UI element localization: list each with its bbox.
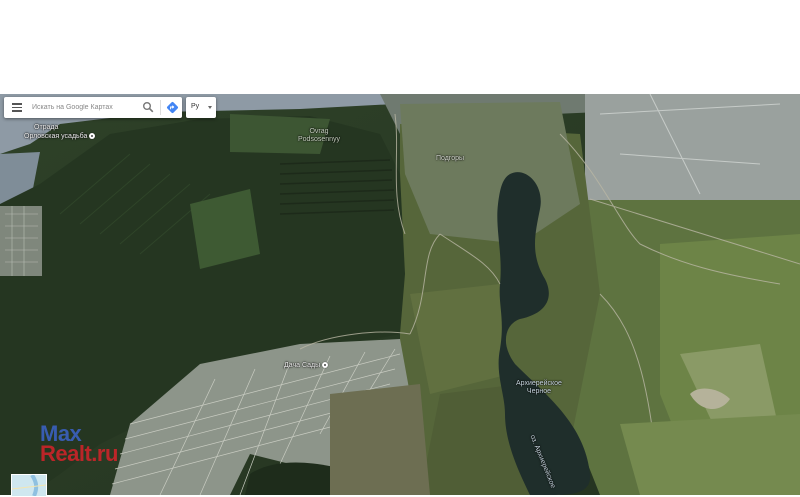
language-selector[interactable]: Ру bbox=[186, 97, 216, 118]
map-label-lake-line1: Архиерейское bbox=[516, 380, 562, 387]
watermark-logo: Max Realt.ru bbox=[40, 423, 118, 466]
place-pin-icon bbox=[89, 133, 96, 140]
search-input[interactable] bbox=[32, 100, 138, 114]
map-label-ovrag[interactable]: Ovrag Podsosennyy bbox=[298, 128, 340, 144]
map-label-podgory-text: Подгоры bbox=[436, 155, 465, 162]
map-type-thumbnail[interactable] bbox=[11, 474, 47, 497]
map-label-otrada-text: Отрада bbox=[34, 124, 59, 131]
map-label-orlovskaya-text: Орловская усадьба bbox=[24, 133, 88, 140]
map-label-lake-line2: Черное bbox=[526, 388, 552, 395]
map-label-dacha-sady-text: Дача Сады bbox=[284, 362, 321, 369]
satellite-map[interactable]: Отрада Орловская усадьба Ovrag Podsosenny… bbox=[0, 94, 800, 495]
caret-down-icon bbox=[208, 106, 212, 109]
directions-icon[interactable] bbox=[166, 101, 179, 114]
map-label-lake[interactable]: Архиерейское Черное bbox=[516, 380, 562, 396]
map-label-dacha-sady[interactable]: Дача Сады bbox=[284, 362, 329, 370]
map-label-otrada[interactable]: Отрада bbox=[34, 124, 58, 132]
map-label-orlovskaya[interactable]: Орловская усадьба bbox=[24, 133, 96, 141]
map-label-podgory[interactable]: Подгоры bbox=[436, 155, 464, 163]
map-label-ovrag-line2: Podsosennyy bbox=[298, 136, 341, 143]
watermark-line2: Realt.ru bbox=[40, 441, 118, 466]
search-divider bbox=[160, 100, 161, 115]
map-label-ovrag-line1: Ovrag bbox=[309, 128, 329, 135]
menu-icon[interactable] bbox=[12, 103, 22, 112]
place-pin-icon bbox=[322, 362, 329, 369]
search-icon[interactable] bbox=[142, 101, 154, 113]
language-label: Ру bbox=[191, 103, 200, 110]
map-thumbnail-icon bbox=[12, 475, 46, 496]
satellite-imagery bbox=[0, 94, 800, 495]
search-box bbox=[4, 97, 182, 118]
